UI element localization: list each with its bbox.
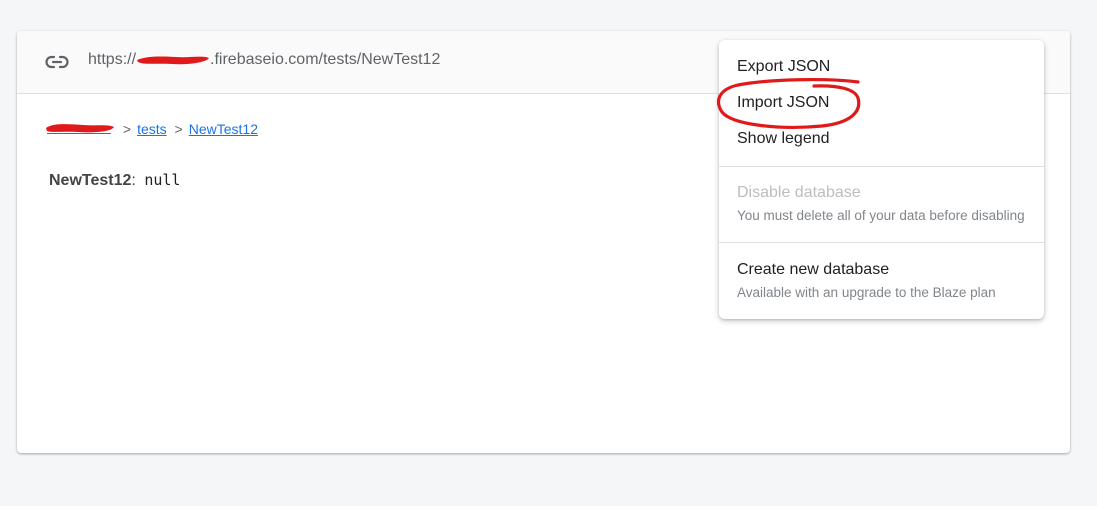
menu-item-disable-database: Disable database (737, 184, 861, 201)
data-node[interactable]: NewTest12: null (49, 171, 180, 190)
url-prefix: https:// (88, 51, 137, 68)
menu-item-export-json[interactable]: Export JSON (737, 58, 830, 76)
menu-divider (719, 242, 1044, 243)
node-colon: : (131, 172, 136, 189)
node-key: NewTest12 (49, 172, 132, 189)
menu-item-create-note: Available with an upgrade to the Blaze p… (737, 285, 996, 300)
menu-item-disable-note: You must delete all of your data before … (737, 208, 1025, 223)
breadcrumb-link-newtest12[interactable]: NewTest12 (189, 121, 258, 137)
node-value[interactable]: null (144, 171, 180, 189)
url-suffix: .firebaseio.com/tests/NewTest12 (210, 51, 441, 68)
breadcrumb: > tests > NewTest12 (45, 121, 258, 137)
menu-item-import-json[interactable]: Import JSON (737, 94, 829, 112)
breadcrumb-separator: > (122, 121, 132, 137)
breadcrumb-separator: > (174, 121, 183, 137)
breadcrumb-link-tests[interactable]: tests (137, 121, 167, 137)
database-url[interactable]: https:// .firebaseio.com/tests/NewTest12 (88, 51, 440, 69)
menu-item-show-legend[interactable]: Show legend (737, 130, 830, 148)
menu-item-create-database[interactable]: Create new database (737, 261, 889, 279)
link-icon[interactable] (45, 52, 69, 72)
breadcrumb-root-redaction[interactable] (45, 121, 115, 135)
overflow-menu: Export JSON Import JSON Show legend Disa… (719, 40, 1044, 319)
menu-divider (719, 166, 1044, 167)
url-redaction (136, 53, 210, 65)
